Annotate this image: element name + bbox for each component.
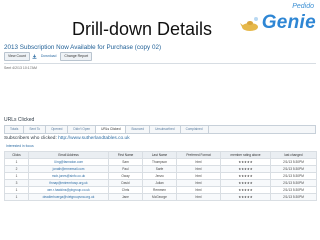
cell-last-changed: 2/1/13 5:30PM (270, 193, 317, 201)
urls-clicked-heading: URLs Clicked (4, 117, 35, 123)
cell-clicks: 1 (4, 193, 29, 201)
col-email[interactable]: Email Address (28, 151, 109, 159)
page-heading: 2013 Subscription Now Available for Purc… (4, 44, 162, 51)
cell-email[interactable]: wm.r.hawkins@pbgroup.co.uk (28, 186, 109, 194)
table-row: 3 finnap@extremhosp.org.uk David Julian … (4, 179, 317, 187)
slide-title: Drill-down Details (72, 19, 213, 39)
download-link[interactable]: Download (39, 54, 59, 59)
cell-last-changed: 2/1/13 5:30PM (270, 158, 317, 166)
cell-last-changed: 2/1/13 5:30PM (270, 179, 317, 187)
sent-timestamp: Sent 4/2/13 10:17AM (4, 66, 37, 70)
tab-unsubscribed[interactable]: Unsubscribed (150, 126, 181, 133)
tab-didnt-open[interactable]: Didn't Open (68, 126, 97, 133)
cell-first-name: Chris (108, 186, 143, 194)
subscriber-table: Clicks Email Address First Name Last Nam… (4, 151, 317, 201)
cell-format: html (176, 193, 221, 201)
cell-email[interactable]: mob.jones@sinfo.co.uk (28, 172, 109, 180)
col-clicks[interactable]: Clicks (4, 151, 29, 159)
table-row: 1 l.ling@fannaton.com Sam Thompson html … (4, 158, 317, 166)
cell-last-name: Remmen (142, 186, 177, 194)
cell-clicks: 1 (4, 186, 29, 194)
tab-urls-clicked[interactable]: URLs Clicked (96, 126, 127, 133)
tab-opened[interactable]: Opened (46, 126, 69, 133)
genie-logo: Pedido Genie (240, 2, 320, 36)
col-last-name[interactable]: Last Name (142, 151, 177, 159)
view-count-button[interactable]: View Count (4, 51, 30, 61)
cell-format: html (176, 158, 221, 166)
cell-clicks: 2 (4, 165, 29, 173)
cell-rating-stars: ★★★★★ (220, 158, 271, 166)
cell-email[interactable]: deadlerhuerga@vietgroupvna.org.uk (28, 193, 109, 201)
cell-last-name: Jenzo (142, 172, 177, 180)
cell-first-name: Jane (108, 193, 143, 201)
tab-complained[interactable]: Complained (181, 126, 209, 133)
table-row: 1 deadlerhuerga@vietgroupvna.org.uk Jane… (4, 193, 317, 201)
genie-lamp-icon (240, 17, 258, 31)
tab-bounced[interactable]: Bounced (126, 126, 151, 133)
cell-rating-stars: ★★★★★ (220, 186, 271, 194)
divider (4, 63, 316, 64)
cell-last-name: Sarfe (142, 165, 177, 173)
cell-clicks: 3 (4, 179, 29, 187)
subscribers-url-link[interactable]: http://www.sutherlandtables.co.uk (58, 136, 129, 141)
table-header-row: Clicks Email Address First Name Last Nam… (4, 151, 317, 159)
cell-format: html (176, 179, 221, 187)
cell-format: html (176, 165, 221, 173)
subscribers-prefix: Subscribers who clicked: (4, 136, 57, 141)
filter-link[interactable]: Interested in focus (6, 144, 34, 148)
cell-last-name: McGeorge (142, 193, 177, 201)
cell-rating-stars: ★★★★★ (220, 193, 271, 201)
cell-email[interactable]: jonath@mmemail.com (28, 165, 109, 173)
cell-first-name: Paul (108, 165, 143, 173)
cell-last-changed: 2/1/13 5:30PM (270, 172, 317, 180)
cell-email[interactable]: l.ling@fannaton.com (28, 158, 109, 166)
cell-email[interactable]: finnap@extremhosp.org.uk (28, 179, 109, 187)
cell-first-name: Sam (108, 158, 143, 166)
report-tabs: Totals Sent To Opened Didn't Open URLs C… (4, 125, 316, 134)
cell-clicks: 1 (4, 158, 29, 166)
cell-rating-stars: ★★★★★ (220, 179, 271, 187)
table-row: 1 mob.jones@sinfo.co.uk Oway Jenzo html … (4, 172, 317, 180)
cell-rating-stars: ★★★★★ (220, 165, 271, 173)
cell-format: html (176, 172, 221, 180)
tab-totals[interactable]: Totals (5, 126, 25, 133)
table-row: 2 jonath@mmemail.com Paul Sarfe html ★★★… (4, 165, 317, 173)
cell-clicks: 1 (4, 172, 29, 180)
cell-format: html (176, 186, 221, 194)
col-rating[interactable]: member rating above (220, 151, 271, 159)
logo-prefix: Pedido (292, 3, 314, 10)
download-icon (32, 54, 37, 59)
subscribers-clicked-line: Subscribers who clicked: http://www.suth… (4, 136, 130, 141)
col-last-changed[interactable]: last changed (270, 151, 317, 159)
col-first-name[interactable]: First Name (108, 151, 143, 159)
col-format[interactable]: Preferred Format (176, 151, 221, 159)
change-report-button[interactable]: Change Report (60, 51, 93, 61)
cell-last-name: Thompson (142, 158, 177, 166)
cell-last-changed: 2/1/13 5:30PM (270, 165, 317, 173)
logo-name: Genie (261, 12, 316, 33)
cell-first-name: David (108, 179, 143, 187)
report-screenshot: 2013 Subscription Now Available for Purc… (0, 40, 320, 240)
cell-last-name: Julian (142, 179, 177, 187)
report-toolbar: View Count Download Change Report (4, 51, 93, 61)
tab-sent-to[interactable]: Sent To (24, 126, 47, 133)
cell-rating-stars: ★★★★★ (220, 172, 271, 180)
cell-last-changed: 2/1/13 5:30PM (270, 186, 317, 194)
table-row: 1 wm.r.hawkins@pbgroup.co.uk Chris Remme… (4, 186, 317, 194)
cell-first-name: Oway (108, 172, 143, 180)
